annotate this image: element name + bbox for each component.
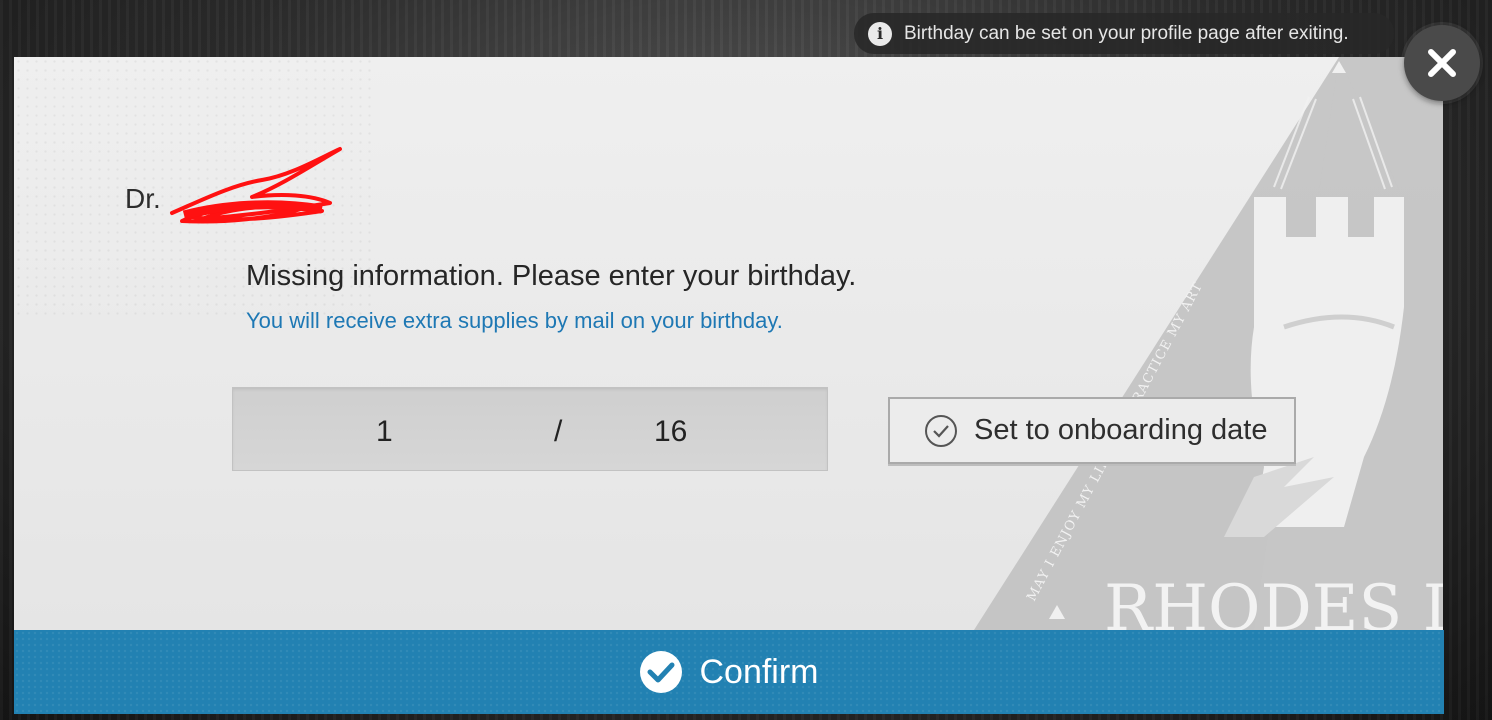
birthday-hint-toast: i Birthday can be set on your profile pa… [854,13,1394,54]
dialog-title: Missing information. Please enter your b… [246,260,857,292]
close-icon [1428,49,1456,77]
dialog-subtitle: You will receive extra supplies by mail … [246,308,783,333]
birthday-input[interactable]: 1 / 16 [232,387,828,471]
check-circle-filled-icon [639,650,683,694]
toast-text: Birthday can be set on your profile page… [904,22,1349,44]
info-icon: i [868,21,892,46]
birthday-dialog: RHODES ISL MAY I ENJOY MY LIFE AND PRACT… [14,57,1443,630]
birthday-month[interactable]: 1 [376,415,393,449]
confirm-button[interactable]: Confirm [14,630,1444,714]
rhodes-island-emblem: RHODES ISL MAY I ENJOY MY LIFE AND PRACT… [974,57,1443,630]
check-circle-icon [924,414,958,448]
birthday-separator: / [554,415,563,448]
birthday-day[interactable]: 16 [654,415,687,449]
close-button[interactable] [1404,25,1480,101]
svg-text:RHODES ISL: RHODES ISL [1104,572,1443,630]
redacted-name-scribble [170,147,342,224]
confirm-label: Confirm [699,652,819,691]
doctor-prefix: Dr. [125,183,161,214]
onboarding-button-label: Set to onboarding date [974,414,1268,446]
set-onboarding-date-button[interactable]: Set to onboarding date [888,397,1296,464]
